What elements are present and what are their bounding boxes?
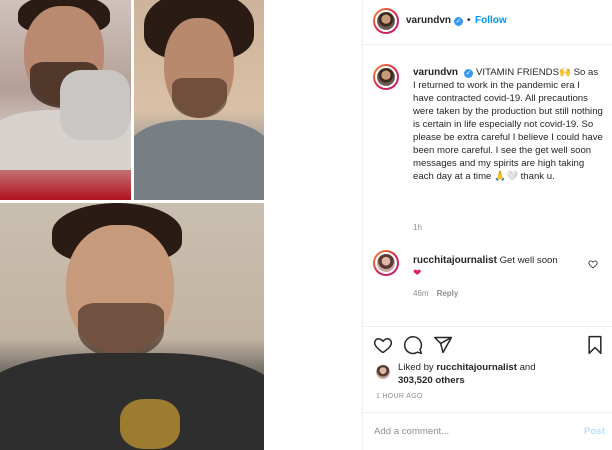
- comment-time[interactable]: 46m: [413, 289, 429, 298]
- comment-body: Get well soon: [499, 255, 558, 266]
- post-header: varundvn ✓ • Follow: [363, 0, 612, 45]
- follow-button[interactable]: Follow: [475, 15, 507, 26]
- comment-input[interactable]: [374, 422, 564, 440]
- caption-body: So as I returned to work in the pandemic…: [413, 67, 603, 182]
- likes-summary: Liked by rucchitajournalist and 303,520 …: [398, 361, 536, 387]
- comment-meta: 46m Reply: [413, 289, 458, 298]
- comments-section: varundvn ✓ VITAMIN FRIENDS🙌 So as I return…: [363, 46, 612, 326]
- comment-avatar[interactable]: [373, 250, 399, 276]
- caption-avatar[interactable]: [373, 64, 399, 90]
- comment-username[interactable]: rucchitajournalist: [413, 255, 497, 266]
- liker-username[interactable]: rucchitajournalist: [436, 362, 517, 373]
- heart-icon[interactable]: [373, 335, 393, 355]
- author-username[interactable]: varundvn: [406, 15, 451, 26]
- video-tile-bottom: [0, 203, 264, 450]
- liker-avatar[interactable]: [376, 365, 390, 379]
- bookmark-icon[interactable]: [585, 335, 605, 355]
- comment-icon[interactable]: [403, 335, 423, 355]
- caption-headline: VITAMIN FRIENDS🙌: [476, 67, 571, 78]
- post-button[interactable]: Post: [584, 426, 605, 437]
- video-tile-top-left: [0, 0, 131, 200]
- comment: rucchitajournalist Get well soon ❤: [413, 254, 583, 280]
- video-tile-top-right: [134, 0, 264, 200]
- caption: varundvn ✓ VITAMIN FRIENDS🙌 So as I return…: [413, 66, 603, 183]
- add-comment-bar: Post: [363, 412, 612, 450]
- verified-icon: ✓: [454, 17, 464, 26]
- comment-like-icon[interactable]: [588, 259, 598, 271]
- reply-button[interactable]: Reply: [437, 289, 459, 298]
- separator-dot: •: [467, 15, 471, 26]
- post-media[interactable]: [0, 0, 357, 450]
- avatar[interactable]: [373, 8, 399, 34]
- post-details-panel: varundvn ✓ • Follow varundvn ✓ VITAMIN FRIE…: [362, 0, 612, 450]
- caption-username[interactable]: varundvn: [413, 67, 458, 78]
- post-timestamp[interactable]: 1 HOUR AGO: [376, 393, 423, 400]
- heart-emoji: ❤: [413, 268, 422, 279]
- likes-count[interactable]: 303,520 others: [398, 375, 465, 386]
- share-icon[interactable]: [433, 335, 453, 355]
- likes-prefix: Liked by: [398, 362, 434, 373]
- verified-icon: ✓: [464, 69, 474, 78]
- caption-time[interactable]: 1h: [413, 223, 422, 232]
- likes-conjunction: and: [519, 362, 536, 373]
